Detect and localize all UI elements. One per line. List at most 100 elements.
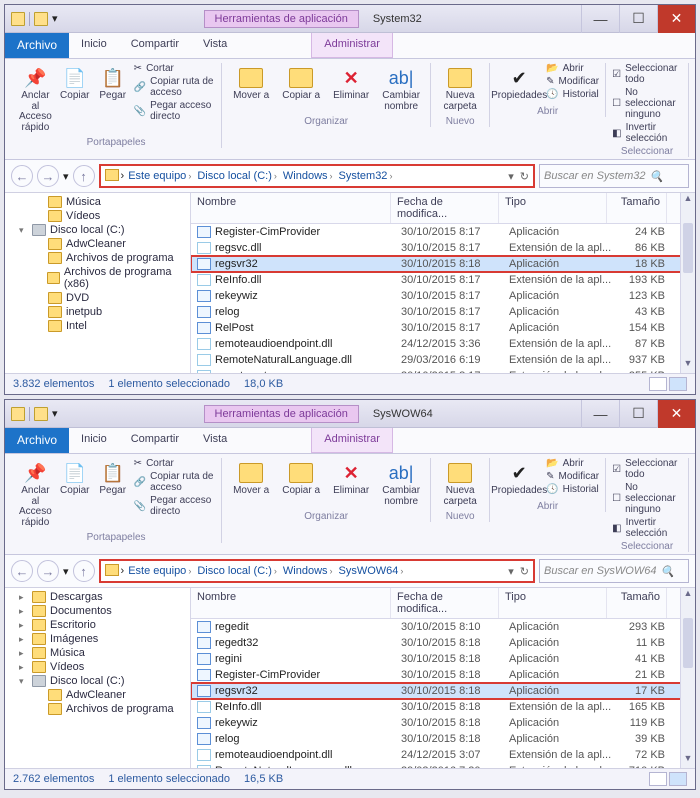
sidebar-item[interactable]: ▸Música (5, 646, 190, 660)
menu-administrar[interactable]: Administrar (311, 428, 393, 453)
col-size[interactable]: Tamaño (607, 588, 667, 618)
contextual-tab[interactable]: Herramientas de aplicación (204, 10, 359, 28)
menu-administrar[interactable]: Administrar (311, 33, 393, 58)
col-name[interactable]: Nombre (191, 588, 391, 618)
scroll-up-icon[interactable]: ▲ (681, 193, 695, 208)
col-date[interactable]: Fecha de modifica... (391, 193, 499, 223)
minimize-button[interactable]: — (581, 5, 619, 33)
sidebar-item[interactable]: ▸Imágenes (5, 632, 190, 646)
minimize-button[interactable]: — (581, 400, 619, 428)
nav-dropdown-icon[interactable]: ▾ (63, 170, 69, 183)
menu-vista[interactable]: Vista (191, 33, 239, 58)
breadcrumb-item[interactable]: Disco local (C:)› (195, 170, 279, 182)
col-date[interactable]: Fecha de modifica... (391, 588, 499, 618)
scrollbar[interactable]: ▲▼ (680, 193, 695, 373)
mover-button[interactable]: Mover a (228, 63, 274, 104)
chevron-right-icon[interactable]: › (400, 566, 403, 576)
pegar_directo-button[interactable]: 📎Pegar acceso directo (134, 100, 215, 122)
col-type[interactable]: Tipo (499, 588, 607, 618)
inv_sel-button[interactable]: ◧Invertir selección (612, 122, 682, 144)
cortar-button[interactable]: ✂Cortar (134, 63, 215, 74)
sidebar-item[interactable]: Archivos de programa (5, 702, 190, 716)
address-dropdown-icon[interactable]: ▾ (508, 565, 514, 578)
pin-button[interactable]: 📌Anclar al Acceso rápido (17, 63, 54, 135)
close-button[interactable]: ✕ (657, 5, 695, 33)
abrir-button[interactable]: 📂Abrir (546, 63, 599, 74)
breadcrumb-item[interactable]: Windows› (281, 170, 335, 182)
refresh-icon[interactable]: ↻ (520, 170, 529, 183)
menu-file[interactable]: Archivo (5, 33, 69, 58)
nueva-carpeta-button[interactable]: Nueva carpeta (437, 458, 483, 509)
tree-twisty-icon[interactable]: ▾ (19, 225, 28, 236)
modificar-button[interactable]: ✎Modificar (546, 76, 599, 87)
pegar_directo-button[interactable]: 📎Pegar acceso directo (134, 495, 215, 517)
column-headers[interactable]: NombreFecha de modifica...TipoTamaño (191, 588, 695, 619)
chevron-right-icon[interactable]: › (188, 566, 191, 576)
breadcrumb-item[interactable]: Disco local (C:)› (195, 565, 279, 577)
scroll-up-icon[interactable]: ▲ (681, 588, 695, 603)
table-row[interactable]: regedt3230/10/2015 8:18Aplicación11 KB (191, 635, 695, 651)
file-list[interactable]: NombreFecha de modifica...TipoTamañorege… (191, 588, 695, 768)
table-row[interactable]: relog30/10/2015 8:17Aplicación43 KB (191, 304, 695, 320)
propiedades-button[interactable]: ✔Propiedades (496, 458, 542, 499)
close-button[interactable]: ✕ (657, 400, 695, 428)
refresh-icon[interactable]: ↻ (520, 565, 529, 578)
breadcrumb-item[interactable]: Windows› (281, 565, 335, 577)
view-details-button[interactable] (649, 377, 667, 391)
menu-inicio[interactable]: Inicio (69, 428, 119, 453)
breadcrumb-item[interactable]: Este equipo› (126, 565, 193, 577)
table-row[interactable]: Register-CimProvider30/10/2015 8:17Aplic… (191, 224, 695, 240)
table-row[interactable]: ReInfo.dll30/10/2015 8:17Extensión de la… (191, 272, 695, 288)
tree-twisty-icon[interactable]: ▸ (19, 606, 28, 617)
nueva-carpeta-button[interactable]: Nueva carpeta (437, 63, 483, 114)
copiar_ruta-button[interactable]: 🔗Copiar ruta de acceso (134, 471, 215, 493)
table-row[interactable]: regsvc.dll30/10/2015 8:17Extensión de la… (191, 240, 695, 256)
sel_todo-button[interactable]: ☑Seleccionar todo (612, 63, 682, 85)
col-type[interactable]: Tipo (499, 193, 607, 223)
copiar_a-button[interactable]: Copiar a (278, 63, 324, 104)
breadcrumb-item[interactable]: SysWOW64› (337, 565, 406, 577)
sidebar-item[interactable]: Archivos de programa (x86) (5, 265, 190, 291)
nav-back-button[interactable]: ← (11, 165, 33, 187)
pegar-button[interactable]: 📋Pegar (96, 63, 130, 104)
menu-compartir[interactable]: Compartir (119, 33, 191, 58)
breadcrumb-item[interactable]: System32› (337, 170, 395, 182)
table-row[interactable]: regsvr3230/10/2015 8:18Aplicación18 KB (191, 256, 695, 272)
chevron-right-icon[interactable]: › (274, 171, 277, 181)
chevron-right-icon[interactable]: › (274, 566, 277, 576)
nav-forward-button[interactable]: → (37, 165, 59, 187)
nav-up-button[interactable]: ↑ (73, 560, 95, 582)
tree-twisty-icon[interactable]: ▸ (19, 592, 28, 603)
table-row[interactable]: RemoteNaturalLanguage.dll29/03/2016 7:20… (191, 763, 695, 768)
sidebar-item[interactable]: Archivos de programa (5, 251, 190, 265)
breadcrumb[interactable]: ›Este equipo›Disco local (C:)›Windows›Sy… (99, 164, 535, 188)
nav-back-button[interactable]: ← (11, 560, 33, 582)
menu-compartir[interactable]: Compartir (119, 428, 191, 453)
modificar-button[interactable]: ✎Modificar (546, 471, 599, 482)
sidebar-item[interactable]: ▾Disco local (C:) (5, 674, 190, 688)
table-row[interactable]: remotesp.tsp30/10/2015 8:17Extensión de … (191, 368, 695, 373)
historial-button[interactable]: 🕓Historial (546, 484, 599, 495)
sidebar[interactable]: MúsicaVídeos▾Disco local (C:)AdwCleanerA… (5, 193, 191, 373)
view-icons-button[interactable] (669, 772, 687, 786)
eliminar-button[interactable]: ✕Eliminar (328, 458, 374, 499)
sel_ninguno-button[interactable]: ☐No seleccionar ninguno (612, 87, 682, 120)
qat-icon[interactable] (34, 407, 48, 421)
scroll-down-icon[interactable]: ▼ (681, 358, 695, 373)
table-row[interactable]: RemoteNaturalLanguage.dll29/03/2016 6:19… (191, 352, 695, 368)
table-row[interactable]: rekeywiz30/10/2015 8:18Aplicación119 KB (191, 715, 695, 731)
qat-dropdown-icon[interactable]: ▾ (52, 407, 58, 420)
sidebar-item[interactable]: ▾Disco local (C:) (5, 223, 190, 237)
sidebar-item[interactable]: AdwCleaner (5, 688, 190, 702)
table-row[interactable]: regedit30/10/2015 8:10Aplicación293 KB (191, 619, 695, 635)
sidebar-item[interactable]: inetpub (5, 305, 190, 319)
maximize-button[interactable]: ☐ (619, 5, 657, 33)
column-headers[interactable]: NombreFecha de modifica...TipoTamaño (191, 193, 695, 224)
scroll-thumb[interactable] (683, 618, 693, 668)
propiedades-button[interactable]: ✔Propiedades (496, 63, 542, 104)
nav-dropdown-icon[interactable]: ▾ (63, 565, 69, 578)
tree-twisty-icon[interactable]: ▸ (19, 620, 28, 631)
sidebar-item[interactable]: ▸Vídeos (5, 660, 190, 674)
pin-button[interactable]: 📌Anclar al Acceso rápido (17, 458, 54, 530)
titlebar[interactable]: ▾Herramientas de aplicaciónSystem32—☐✕ (5, 5, 695, 33)
